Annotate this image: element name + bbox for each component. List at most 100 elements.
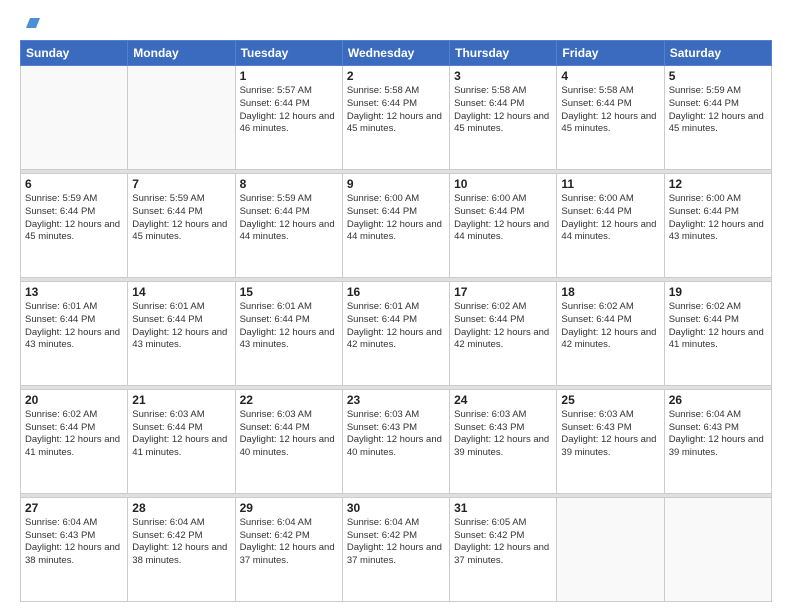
day-number: 8 [240,177,338,191]
day-number: 16 [347,285,445,299]
calendar-cell [128,66,235,170]
day-info: Sunrise: 6:01 AM Sunset: 6:44 PM Dayligh… [132,301,230,352]
day-info: Sunrise: 5:58 AM Sunset: 6:44 PM Dayligh… [347,85,445,136]
day-info: Sunrise: 6:00 AM Sunset: 6:44 PM Dayligh… [454,193,552,244]
calendar-cell: 18 Sunrise: 6:02 AM Sunset: 6:44 PM Dayli… [557,281,664,385]
logo-icon [22,14,40,32]
calendar-cell: 6Sunrise: 5:59 AM Sunset: 6:44 PM Daylig… [21,173,128,277]
day-number: 11 [561,177,659,191]
calendar-cell [664,497,771,601]
day-number: 6 [25,177,123,191]
day-number: 31 [454,501,552,515]
day-info: Sunrise: 6:04 AM Sunset: 6:42 PM Dayligh… [240,517,338,568]
calendar-week-row: 20Sunrise: 6:02 AM Sunset: 6:44 PM Dayli… [21,389,772,493]
calendar-cell: 11 Sunrise: 6:00 AM Sunset: 6:44 PM Dayli… [557,173,664,277]
day-number: 12 [669,177,767,191]
day-info: Sunrise: 6:01 AM Sunset: 6:44 PM Dayligh… [25,301,123,352]
calendar-day-header: Monday [128,41,235,66]
day-info: Sunrise: 6:04 AM Sunset: 6:42 PM Dayligh… [347,517,445,568]
calendar-cell: 30 Sunrise: 6:04 AM Sunset: 6:42 PM Dayli… [342,497,449,601]
day-info: Sunrise: 6:03 AM Sunset: 6:43 PM Dayligh… [347,409,445,460]
day-number: 23 [347,393,445,407]
day-number: 22 [240,393,338,407]
day-number: 27 [25,501,123,515]
day-number: 1 [240,69,338,83]
calendar-cell: 14 Sunrise: 6:01 AM Sunset: 6:44 PM Dayli… [128,281,235,385]
day-info: Sunrise: 6:02 AM Sunset: 6:44 PM Dayligh… [25,409,123,460]
calendar-day-header: Thursday [450,41,557,66]
day-info: Sunrise: 5:57 AM Sunset: 6:44 PM Dayligh… [240,85,338,136]
calendar-cell: 13 Sunrise: 6:01 AM Sunset: 6:44 PM Dayli… [21,281,128,385]
day-info: Sunrise: 5:58 AM Sunset: 6:44 PM Dayligh… [561,85,659,136]
day-info: Sunrise: 6:02 AM Sunset: 6:44 PM Dayligh… [561,301,659,352]
day-info: Sunrise: 6:04 AM Sunset: 6:43 PM Dayligh… [25,517,123,568]
calendar-header-row: SundayMondayTuesdayWednesdayThursdayFrid… [21,41,772,66]
header [20,18,772,32]
calendar-table: SundayMondayTuesdayWednesdayThursdayFrid… [20,40,772,602]
day-number: 18 [561,285,659,299]
day-number: 25 [561,393,659,407]
calendar-cell: 16 Sunrise: 6:01 AM Sunset: 6:44 PM Dayli… [342,281,449,385]
calendar-week-row: 27 Sunrise: 6:04 AM Sunset: 6:43 PM Dayli… [21,497,772,601]
calendar-cell: 5 Sunrise: 5:59 AM Sunset: 6:44 PM Daylig… [664,66,771,170]
calendar-cell: 17 Sunrise: 6:02 AM Sunset: 6:44 PM Dayli… [450,281,557,385]
day-info: Sunrise: 5:58 AM Sunset: 6:44 PM Dayligh… [454,85,552,136]
calendar-week-row: 1 Sunrise: 5:57 AM Sunset: 6:44 PM Daylig… [21,66,772,170]
calendar-week-row: 6 Sunrise: 5:59 AM Sunset: 6:44 PM Daylig… [21,173,772,277]
calendar-cell: 23 Sunrise: 6:03 AM Sunset: 6:43 PM Dayli… [342,389,449,493]
day-info: Sunrise: 6:02 AM Sunset: 6:44 PM Dayligh… [669,301,767,352]
calendar-week-row: 13 Sunrise: 6:01 AM Sunset: 6:44 PM Dayli… [21,281,772,385]
calendar-cell [557,497,664,601]
calendar-cell: 12 Sunrise: 6:00 AM Sunset: 6:44 PM Dayli… [664,173,771,277]
calendar-cell: 15Sunrise: 6:01 AM Sunset: 6:44 PM Dayli… [235,281,342,385]
calendar-cell: 28Sunrise: 6:04 AM Sunset: 6:42 PM Dayli… [128,497,235,601]
calendar-day-header: Saturday [664,41,771,66]
day-info: Sunrise: 6:01 AM Sunset: 6:44 PM Dayligh… [347,301,445,352]
calendar-cell: 7Sunrise: 5:59 AM Sunset: 6:44 PM Daylig… [128,173,235,277]
calendar-cell: 29 Sunrise: 6:04 AM Sunset: 6:42 PM Dayli… [235,497,342,601]
day-info: Sunrise: 6:05 AM Sunset: 6:42 PM Dayligh… [454,517,552,568]
day-number: 26 [669,393,767,407]
calendar-cell: 21 Sunrise: 6:03 AM Sunset: 6:44 PM Dayli… [128,389,235,493]
day-info: Sunrise: 5:59 AM Sunset: 6:44 PM Dayligh… [240,193,338,244]
calendar-cell: 3Sunrise: 5:58 AM Sunset: 6:44 PM Daylig… [450,66,557,170]
calendar-day-header: Tuesday [235,41,342,66]
day-info: Sunrise: 6:02 AM Sunset: 6:44 PM Dayligh… [454,301,552,352]
day-number: 13 [25,285,123,299]
day-info: Sunrise: 6:03 AM Sunset: 6:43 PM Dayligh… [561,409,659,460]
day-number: 14 [132,285,230,299]
calendar-cell: 8 Sunrise: 5:59 AM Sunset: 6:44 PM Daylig… [235,173,342,277]
day-number: 17 [454,285,552,299]
day-number: 24 [454,393,552,407]
day-number: 19 [669,285,767,299]
calendar-cell: 27 Sunrise: 6:04 AM Sunset: 6:43 PM Dayli… [21,497,128,601]
day-info: Sunrise: 6:00 AM Sunset: 6:44 PM Dayligh… [561,193,659,244]
day-number: 28 [132,501,230,515]
calendar-cell: 1 Sunrise: 5:57 AM Sunset: 6:44 PM Daylig… [235,66,342,170]
day-info: Sunrise: 6:03 AM Sunset: 6:44 PM Dayligh… [132,409,230,460]
day-number: 4 [561,69,659,83]
calendar-cell: 9Sunrise: 6:00 AM Sunset: 6:44 PM Daylig… [342,173,449,277]
calendar-cell: 24 Sunrise: 6:03 AM Sunset: 6:43 PM Dayli… [450,389,557,493]
calendar-cell: 10 Sunrise: 6:00 AM Sunset: 6:44 PM Dayli… [450,173,557,277]
day-number: 5 [669,69,767,83]
calendar-cell: 19 Sunrise: 6:02 AM Sunset: 6:44 PM Dayli… [664,281,771,385]
day-info: Sunrise: 6:01 AM Sunset: 6:44 PM Dayligh… [240,301,338,352]
day-info: Sunrise: 6:00 AM Sunset: 6:44 PM Dayligh… [669,193,767,244]
day-number: 7 [132,177,230,191]
day-number: 21 [132,393,230,407]
day-info: Sunrise: 6:03 AM Sunset: 6:43 PM Dayligh… [454,409,552,460]
day-info: Sunrise: 5:59 AM Sunset: 6:44 PM Dayligh… [669,85,767,136]
day-number: 30 [347,501,445,515]
calendar-cell: 31 Sunrise: 6:05 AM Sunset: 6:42 PM Dayli… [450,497,557,601]
calendar-day-header: Wednesday [342,41,449,66]
calendar-cell: 20Sunrise: 6:02 AM Sunset: 6:44 PM Dayli… [21,389,128,493]
day-number: 10 [454,177,552,191]
calendar-cell: 25 Sunrise: 6:03 AM Sunset: 6:43 PM Dayli… [557,389,664,493]
day-number: 29 [240,501,338,515]
calendar-cell: 26Sunrise: 6:04 AM Sunset: 6:43 PM Dayli… [664,389,771,493]
day-info: Sunrise: 6:00 AM Sunset: 6:44 PM Dayligh… [347,193,445,244]
calendar-cell [21,66,128,170]
logo [20,18,40,32]
calendar-cell: 4 Sunrise: 5:58 AM Sunset: 6:44 PM Daylig… [557,66,664,170]
